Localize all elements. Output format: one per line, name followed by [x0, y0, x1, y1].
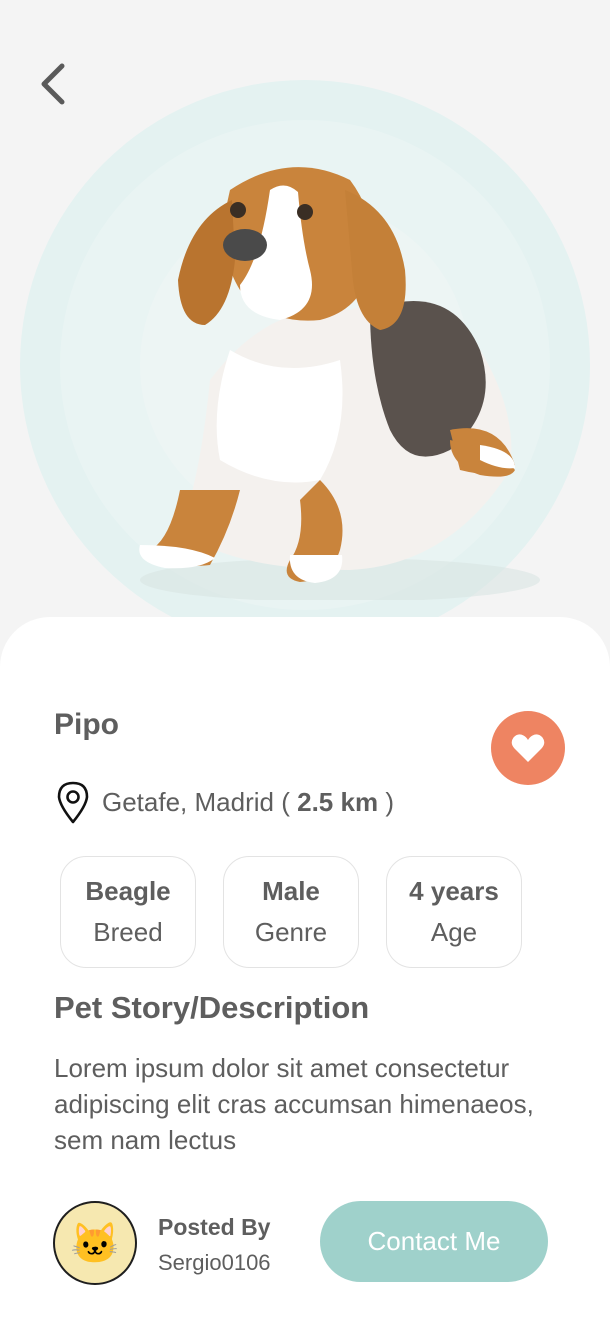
poster-username[interactable]: Sergio0106	[158, 1250, 271, 1276]
poster-avatar[interactable]: 🐱	[53, 1201, 137, 1285]
story-text: Lorem ipsum dolor sit amet consectetur a…	[54, 1053, 534, 1155]
pet-photo	[139, 167, 540, 600]
pet-photo-area	[0, 0, 610, 640]
breed-label: Breed	[93, 917, 163, 947]
genre-stat: Male Genre	[223, 856, 359, 968]
contact-button[interactable]: Contact Me	[320, 1201, 548, 1282]
pet-name: Pipo	[54, 708, 119, 741]
story-title: Pet Story/Description	[54, 990, 370, 1025]
breed-stat: Beagle Breed	[60, 856, 196, 968]
pet-location: Getafe, Madrid ( 2.5 km )	[56, 780, 394, 824]
location-text: Getafe, Madrid ( 2.5 km )	[102, 787, 394, 818]
favorite-button[interactable]	[491, 711, 565, 785]
genre-label: Genre	[254, 917, 328, 947]
location-close-paren: )	[385, 786, 394, 817]
genre-value: Male	[262, 876, 320, 906]
posted-by-label: Posted By	[158, 1214, 271, 1240]
back-button[interactable]	[30, 58, 76, 110]
location-open-paren: (	[281, 786, 290, 817]
location-city: Getafe, Madrid	[102, 786, 274, 817]
heart-icon	[511, 734, 545, 762]
age-label: Age	[430, 917, 478, 947]
breed-value: Beagle	[85, 876, 171, 906]
age-value: 4 years	[409, 876, 499, 906]
age-stat: 4 years Age	[386, 856, 522, 968]
location-pin-icon	[57, 781, 89, 824]
location-distance: 2.5 km	[297, 786, 379, 817]
